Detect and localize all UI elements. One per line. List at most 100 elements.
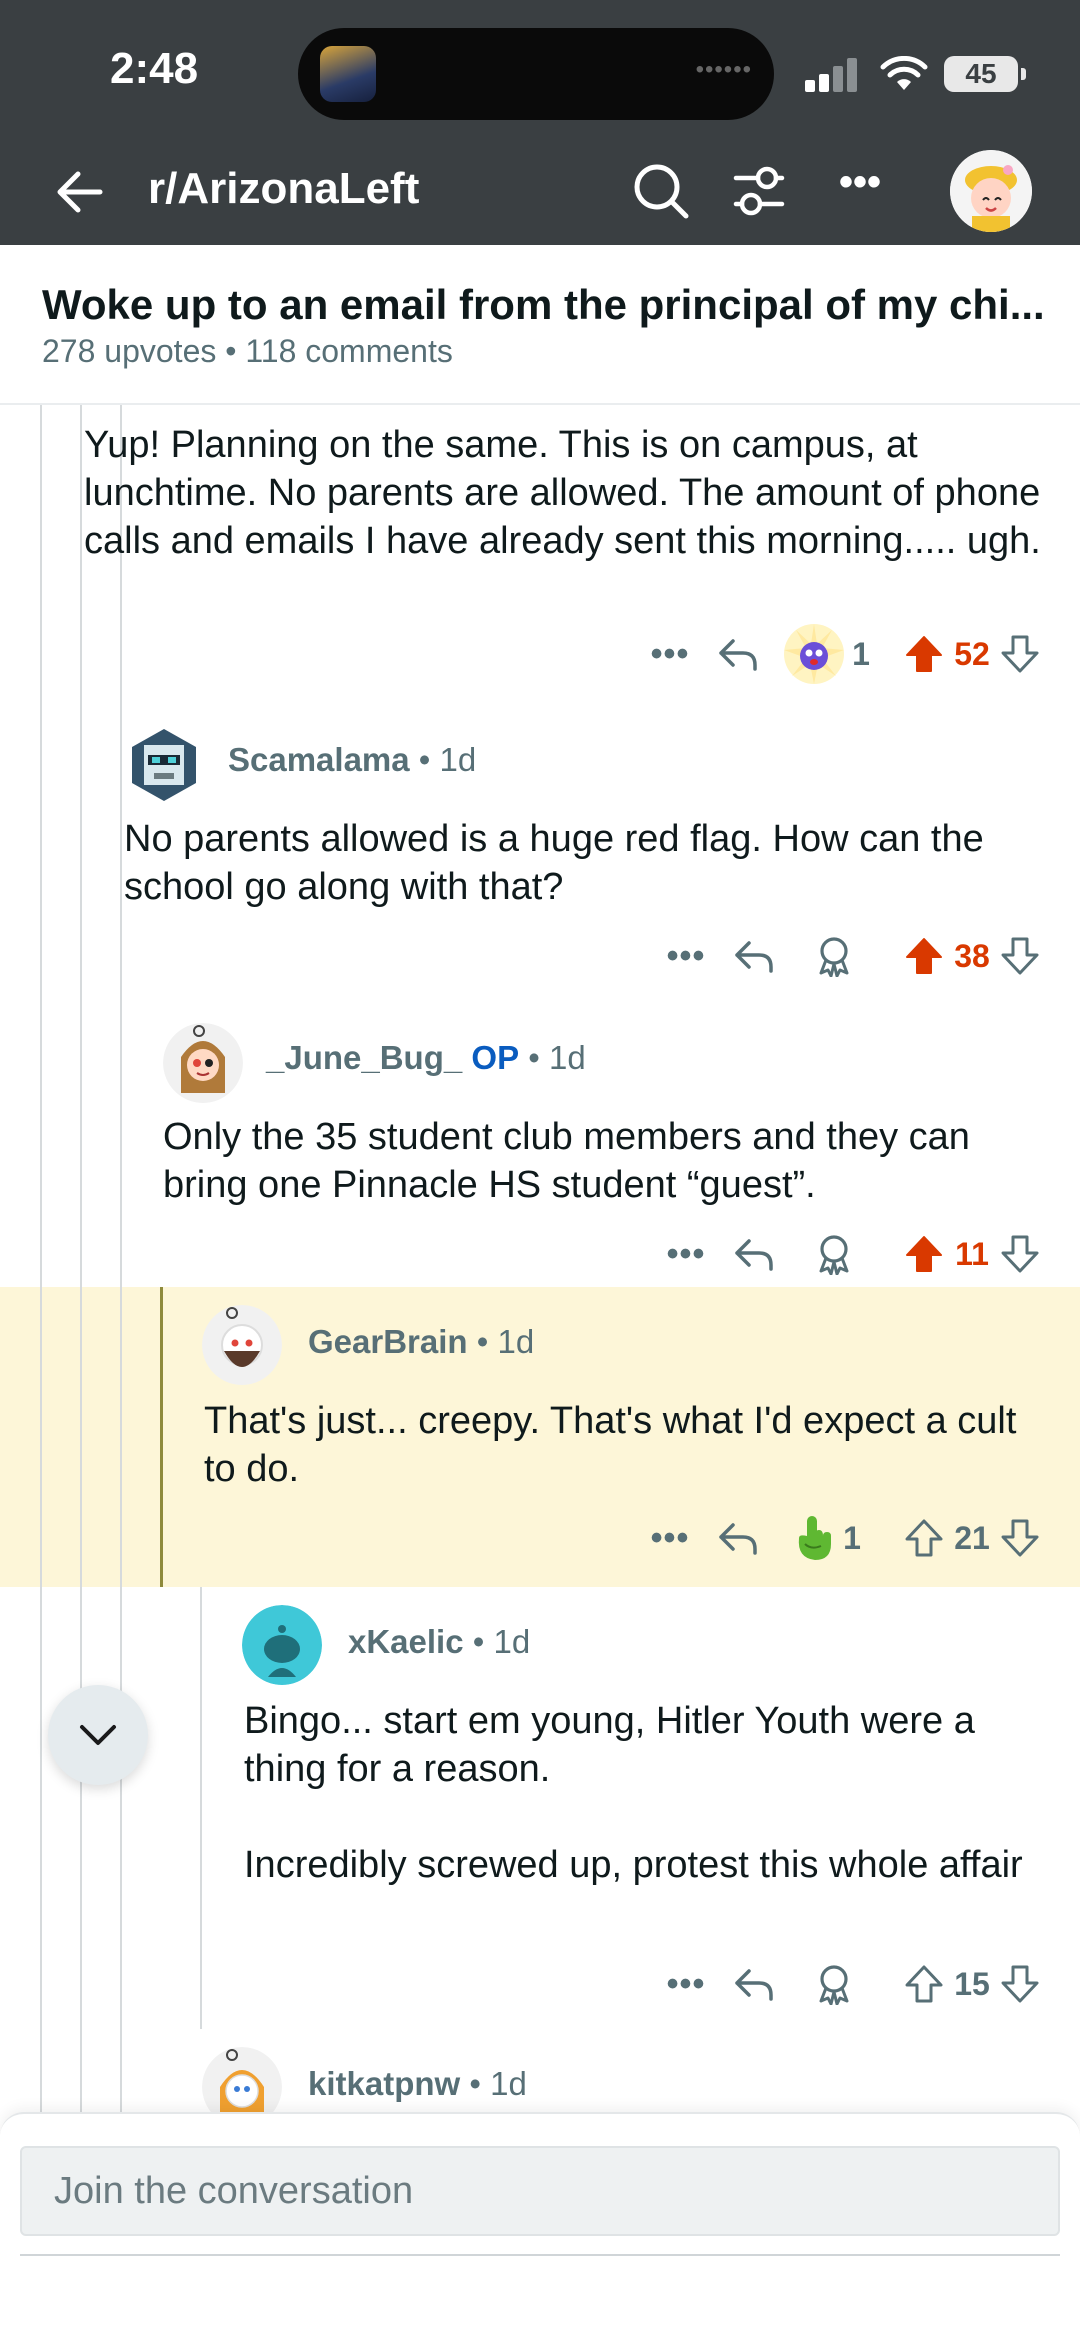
comment-more-button[interactable]: ••• bbox=[658, 1959, 714, 2009]
comment-author-line: xKaelic • 1d bbox=[348, 1623, 531, 1660]
vote-score: 11 bbox=[955, 1235, 989, 1272]
comment-author-line: Scamalama • 1d bbox=[228, 741, 477, 778]
comment-avatar[interactable] bbox=[163, 1023, 243, 1103]
comment-age: 1d bbox=[548, 1039, 586, 1076]
vote-controls: 38 bbox=[904, 931, 1040, 981]
reply-button[interactable] bbox=[698, 629, 778, 679]
post-title[interactable]: Woke up to an email from the principal o… bbox=[42, 281, 1045, 329]
vote-score: 52 bbox=[954, 635, 990, 672]
user-avatar[interactable] bbox=[950, 150, 1032, 232]
award-count: 1 bbox=[843, 1519, 861, 1556]
upvote-icon[interactable] bbox=[904, 1964, 944, 2004]
reply-button[interactable] bbox=[714, 931, 794, 981]
reply-icon bbox=[735, 941, 773, 973]
award-button[interactable] bbox=[794, 1229, 874, 1279]
downvote-icon[interactable] bbox=[1000, 634, 1040, 674]
award-icon bbox=[819, 937, 849, 977]
downvote-icon[interactable] bbox=[1000, 1518, 1040, 1558]
cellular-signal-icon bbox=[805, 58, 861, 92]
vote-controls: 11 bbox=[904, 1229, 1040, 1279]
live-activity-app-icon bbox=[320, 46, 376, 102]
comment-body: Bingo... start em young, Hitler Youth we… bbox=[244, 1700, 1023, 1886]
award-badge[interactable]: 1 bbox=[778, 624, 874, 684]
downvote-icon[interactable] bbox=[1000, 1234, 1040, 1274]
filter-icon[interactable] bbox=[728, 160, 790, 222]
post-comment-count: 118 comments bbox=[245, 333, 453, 369]
dynamic-island: •••••• bbox=[298, 28, 774, 120]
award-button[interactable] bbox=[794, 931, 874, 981]
upvote-icon[interactable] bbox=[904, 1234, 944, 1274]
comment-age: 1d bbox=[439, 741, 477, 778]
comment-author[interactable]: GearBrain bbox=[308, 1323, 468, 1360]
wifi-icon bbox=[880, 56, 928, 90]
award-icon bbox=[784, 624, 845, 684]
comment-body: No parents allowed is a huge red flag. H… bbox=[124, 818, 984, 908]
comment-more-button[interactable]: ••• bbox=[642, 629, 698, 679]
subreddit-name[interactable]: r/ArizonaLeft bbox=[148, 164, 419, 214]
vote-score: 15 bbox=[954, 1965, 990, 2002]
award-icon bbox=[819, 1235, 849, 1275]
collapse-thread-button[interactable] bbox=[48, 1685, 148, 1785]
award-icon bbox=[819, 1965, 849, 2005]
highlighted-comment[interactable]: GearBrain • 1d That's just... creepy. Th… bbox=[0, 1287, 1080, 1587]
comment[interactable]: _June_Bug_ OP • 1d Only the 35 student c… bbox=[0, 1003, 1080, 1293]
island-dots-icon: •••••• bbox=[695, 56, 752, 83]
back-arrow-icon[interactable] bbox=[48, 160, 112, 224]
upvote-icon[interactable] bbox=[904, 634, 944, 674]
vote-controls: 52 bbox=[904, 629, 1040, 679]
comment-author[interactable]: _June_Bug_ bbox=[266, 1039, 462, 1076]
search-icon[interactable] bbox=[628, 158, 694, 224]
downvote-icon[interactable] bbox=[1000, 1964, 1040, 2004]
vote-controls: 21 bbox=[904, 1513, 1040, 1563]
comment[interactable]: kitkatpnw • 1d bbox=[0, 2029, 1080, 2115]
comment-actions: ••• 1 21 bbox=[642, 1513, 1040, 1563]
reply-button[interactable] bbox=[714, 1229, 794, 1279]
comment-actions: ••• 15 bbox=[658, 1959, 1040, 2009]
reply-button[interactable] bbox=[714, 1959, 794, 2009]
comment-author[interactable]: xKaelic bbox=[348, 1623, 464, 1660]
comment-avatar[interactable] bbox=[202, 2047, 282, 2115]
op-badge: OP bbox=[471, 1039, 520, 1076]
post-meta: 278 upvotes • 118 comments bbox=[42, 333, 453, 370]
reply-button[interactable] bbox=[698, 1513, 778, 1563]
award-button[interactable] bbox=[794, 1959, 874, 2009]
comment-author-line: _June_Bug_ OP • 1d bbox=[266, 1039, 586, 1076]
divider bbox=[20, 2254, 1060, 2256]
comment-actions: ••• 1 52 bbox=[642, 624, 1040, 684]
status-bar: 2:48 •••••• 45 bbox=[0, 0, 1080, 140]
more-options-icon[interactable]: ••• bbox=[830, 160, 890, 220]
comment-thread: Yup! Planning on the same. This is on ca… bbox=[0, 405, 1080, 2115]
comment-avatar[interactable] bbox=[202, 1305, 282, 1385]
join-conversation-input[interactable]: Join the conversation bbox=[20, 2146, 1060, 2236]
upvote-icon[interactable] bbox=[904, 1518, 944, 1558]
award-badge[interactable]: 1 bbox=[778, 1513, 874, 1563]
comment-body: Yup! Planning on the same. This is on ca… bbox=[84, 424, 1041, 562]
comment-body: Only the 35 student club members and the… bbox=[163, 1116, 970, 1206]
comment-age: 1d bbox=[493, 1623, 531, 1660]
vote-score: 21 bbox=[954, 1519, 990, 1556]
comment-age: 1d bbox=[497, 1323, 535, 1360]
comment[interactable]: xKaelic • 1d Bingo... start em young, Hi… bbox=[0, 1587, 1080, 2029]
comment[interactable]: Yup! Planning on the same. This is on ca… bbox=[0, 405, 1080, 705]
comment-more-button[interactable]: ••• bbox=[658, 931, 714, 981]
vote-score: 38 bbox=[954, 937, 990, 974]
top-nav-bar: r/ArizonaLeft ••• bbox=[0, 140, 1080, 245]
comment[interactable]: Scamalama • 1d No parents allowed is a h… bbox=[0, 705, 1080, 1003]
comment-avatar[interactable] bbox=[242, 1605, 322, 1685]
post-header[interactable]: Woke up to an email from the principal o… bbox=[0, 245, 1080, 405]
comment-more-button[interactable]: ••• bbox=[658, 1229, 714, 1279]
reply-icon bbox=[719, 639, 757, 671]
reply-icon bbox=[719, 1523, 757, 1555]
comment-author[interactable]: Scamalama bbox=[228, 741, 410, 778]
comment-more-button[interactable]: ••• bbox=[642, 1513, 698, 1563]
vote-controls: 15 bbox=[904, 1959, 1040, 2009]
status-time: 2:48 bbox=[110, 44, 199, 93]
comment-actions: ••• 38 bbox=[658, 931, 1040, 981]
comment-author[interactable]: kitkatpnw bbox=[308, 2065, 460, 2102]
comment-avatar[interactable] bbox=[124, 725, 204, 805]
award-count: 1 bbox=[852, 635, 870, 672]
upvote-icon[interactable] bbox=[904, 936, 944, 976]
battery-indicator: 45 bbox=[944, 56, 1026, 92]
downvote-icon[interactable] bbox=[1000, 936, 1040, 976]
comment-author-line: kitkatpnw • 1d bbox=[308, 2065, 527, 2102]
